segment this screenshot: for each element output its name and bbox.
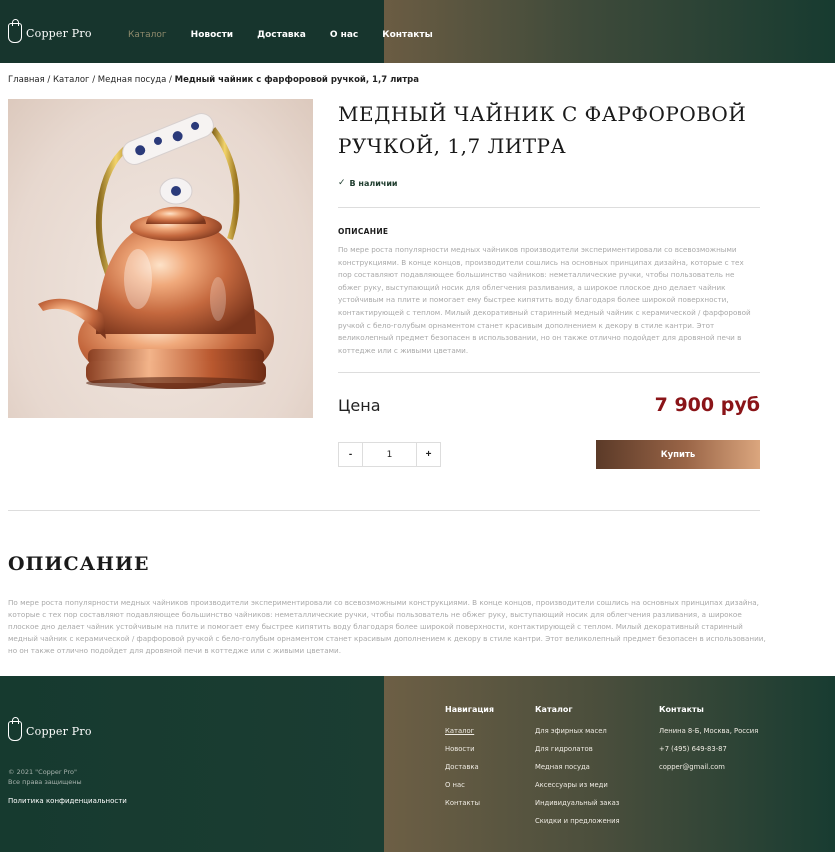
footer-link-delivery[interactable]: Доставка [445,758,494,776]
breadcrumb-copperware[interactable]: Медная посуда / [98,75,172,85]
section-title: Описание [8,553,150,575]
footer-nav-column: Навигация Каталог Новости Доставка О нас… [445,705,494,812]
footer-address: Ленина 8-Б, Москва, Россия [659,727,759,735]
divider [8,510,760,511]
stock-status: ✓ В наличии [338,178,398,188]
nav-item-catalog[interactable]: Каталог [128,30,167,40]
check-icon: ✓ [338,178,346,188]
stock-label: В наличии [349,178,398,188]
product-description: По мере роста популярности медных чайник… [338,245,751,355]
quantity-stepper: - + [338,442,441,467]
divider [338,207,760,208]
footer-catalog-item[interactable]: Аксессуары из меди [535,776,620,794]
nav-item-contacts[interactable]: Контакты [382,30,433,40]
product-image [8,99,313,418]
footer-logo[interactable]: Copper Pro [8,717,92,741]
nav-item-delivery[interactable]: Доставка [257,30,306,40]
price-label: Цена [338,396,381,415]
description-heading: ОПИСАНИЕ [338,227,389,236]
footer-phone-link[interactable]: +7 (495) 649-83-87 [659,740,758,758]
footer-contacts-title: Контакты [659,705,704,714]
product-title: Медный чайник с фарфоровой ручкой, 1,7 л… [338,102,747,158]
breadcrumb-home[interactable]: Главная / [8,75,50,85]
footer-catalog-item[interactable]: Индивидуальный заказ [535,794,620,812]
site-header: Copper Pro Каталог Новости Доставка О на… [0,0,835,63]
footer-catalog-item[interactable]: Скидки и предложения [535,812,620,830]
footer-link-contacts[interactable]: Контакты [445,794,494,812]
buy-button[interactable]: Купить [596,440,760,469]
site-footer: Copper Pro © 2021 "Copper Pro" Все права… [0,676,835,852]
footer-catalog-column: Каталог Для эфирных масел Для гидролатов… [535,705,620,830]
section-description: По мере роста популярности медных чайник… [8,598,766,655]
breadcrumb-catalog[interactable]: Каталог / [53,75,95,85]
footer-link-catalog[interactable]: Каталог [445,722,494,740]
header-logo[interactable]: Copper Pro [8,19,92,43]
footer-catalog-item[interactable]: Медная посуда [535,758,620,776]
breadcrumb: Главная / Каталог / Медная посуда / Медн… [8,75,419,85]
logo-text: Copper Pro [26,724,92,738]
footer-catalog-item[interactable]: Для гидролатов [535,740,620,758]
nav-item-news[interactable]: Новости [191,30,233,40]
logo-text: Copper Pro [26,26,92,40]
divider [338,372,760,373]
quantity-input[interactable] [363,443,416,466]
breadcrumb-current: Медный чайник с фарфоровой ручкой, 1,7 л… [174,75,419,85]
logo-icon [8,717,22,741]
quantity-increase-button[interactable]: + [416,443,440,466]
privacy-policy-link[interactable]: Политика конфиденциальности [8,797,127,805]
footer-link-about[interactable]: О нас [445,776,494,794]
nav-item-about[interactable]: О нас [330,30,358,40]
footer-contacts-column: Контакты Ленина 8-Б, Москва, Россия +7 (… [659,705,758,776]
copyright: © 2021 "Copper Pro" Все права защищены [8,767,82,787]
footer-catalog-title: Каталог [535,705,573,714]
price-value: 7 900 руб [654,394,760,416]
footer-link-news[interactable]: Новости [445,740,494,758]
footer-nav-title: Навигация [445,705,495,714]
copyright-line: © 2021 "Copper Pro" [8,768,77,776]
footer-catalog-item[interactable]: Для эфирных масел [535,722,620,740]
main-nav: Каталог Новости Доставка О нас Контакты [128,30,457,40]
logo-icon [8,19,22,43]
footer-email-link[interactable]: copper@gmail.com [659,758,758,776]
quantity-decrease-button[interactable]: - [339,443,363,466]
rights-line: Все права защищены [8,778,82,786]
kettle-illustration [38,113,274,389]
